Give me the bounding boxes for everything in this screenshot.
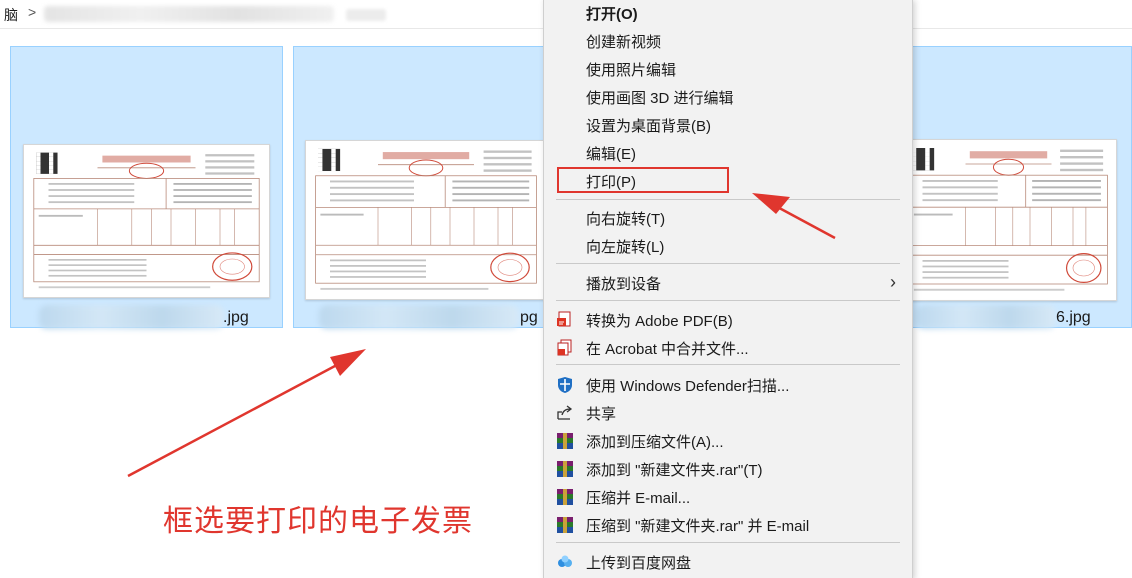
menu-item-label: 编辑(E)	[586, 146, 636, 163]
share-icon	[556, 404, 574, 422]
menu-item-defender-scan[interactable]: 使用 Windows Defender扫描...	[544, 371, 910, 399]
menu-item-convert-adobe-pdf[interactable]: 转换为 Adobe PDF(B)	[544, 306, 910, 334]
menu-item-label: 添加到压缩文件(A)...	[586, 434, 724, 451]
invoice-thumbnail-3	[900, 139, 1117, 301]
menu-item-upload-baidu[interactable]: 上传到百度网盘	[544, 548, 910, 576]
context-menu[interactable]: 打开(O) 创建新视频 使用照片编辑 使用画图 3D 进行编辑 设置为桌面背景(…	[543, 0, 913, 578]
menu-item-cast-to-device[interactable]: 播放到设备 ›	[544, 269, 910, 297]
menu-item-rotate-left[interactable]: 向左旋转(L)	[544, 232, 910, 260]
menu-item-edit[interactable]: 编辑(E)	[544, 139, 910, 167]
menu-item-create-video[interactable]: 创建新视频	[544, 27, 910, 55]
filename-blurred-1	[39, 305, 224, 329]
submenu-chevron-icon: ›	[890, 272, 896, 292]
menu-item-compress-to-rar-email[interactable]: 压缩到 "新建文件夹.rar" 并 E-mail	[544, 511, 910, 539]
filename-blurred-2	[319, 305, 519, 329]
invoice-thumbnail-1	[23, 144, 270, 298]
menu-item-edit-with-photos[interactable]: 使用照片编辑	[544, 55, 910, 83]
filename-blurred-3	[916, 305, 1056, 329]
file-name-3[interactable]: 6.jpg	[1056, 309, 1091, 327]
menu-item-label: 使用 Windows Defender扫描...	[586, 378, 790, 395]
baidu-netdisk-icon	[556, 553, 574, 571]
breadcrumb-chevron-icon[interactable]: >	[28, 4, 36, 20]
menu-item-compress-and-email[interactable]: 压缩并 E-mail...	[544, 483, 910, 511]
menu-separator	[556, 199, 900, 200]
menu-item-label: 打开(O)	[586, 6, 638, 23]
print-highlight-box	[557, 167, 729, 193]
menu-item-label: 上传到百度网盘	[586, 555, 692, 572]
menu-item-rotate-right[interactable]: 向右旋转(T)	[544, 204, 910, 232]
menu-item-add-to-rar[interactable]: 添加到 "新建文件夹.rar"(T)	[544, 455, 910, 483]
annotation-caption: 框选要打印的电子发票	[163, 504, 473, 539]
menu-item-label: 压缩并 E-mail...	[586, 490, 691, 507]
file-name-1[interactable]: .jpg	[223, 309, 249, 327]
windows-defender-shield-icon	[556, 376, 574, 394]
breadcrumb-root[interactable]: 脑	[4, 5, 18, 25]
menu-item-label: 转换为 Adobe PDF(B)	[586, 313, 733, 330]
menu-item-set-desktop-background[interactable]: 设置为桌面背景(B)	[544, 111, 910, 139]
arrow-to-invoices	[127, 349, 366, 478]
menu-item-label: 共享	[586, 406, 617, 423]
adobe-pdf-icon	[556, 311, 574, 329]
menu-separator	[556, 542, 900, 543]
acrobat-combine-icon	[556, 339, 574, 357]
menu-item-edit-paint3d[interactable]: 使用画图 3D 进行编辑	[544, 83, 910, 111]
breadcrumb-blurred-path	[44, 6, 334, 22]
menu-item-add-to-archive[interactable]: 添加到压缩文件(A)...	[544, 427, 910, 455]
menu-item-label: 使用照片编辑	[586, 62, 677, 79]
menu-separator	[556, 300, 900, 301]
menu-item-share[interactable]: 共享	[544, 399, 910, 427]
winrar-icon	[556, 488, 574, 506]
file-tile-1[interactable]: .jpg	[10, 46, 283, 329]
menu-item-label: 向左旋转(L)	[586, 239, 665, 256]
menu-separator	[556, 364, 900, 365]
winrar-icon	[556, 460, 574, 478]
invoice-thumbnail-2	[305, 140, 547, 300]
menu-item-label: 在 Acrobat 中合并文件...	[586, 341, 749, 358]
menu-item-label: 向右旋转(T)	[586, 211, 666, 228]
menu-separator	[556, 263, 900, 264]
winrar-icon	[556, 516, 574, 534]
file-tile-3[interactable]: 6.jpg	[900, 46, 1132, 329]
menu-item-label: 使用画图 3D 进行编辑	[586, 90, 734, 107]
menu-item-acrobat-combine[interactable]: 在 Acrobat 中合并文件...	[544, 334, 910, 362]
menu-item-label: 添加到 "新建文件夹.rar"(T)	[586, 462, 763, 479]
menu-item-label: 播放到设备	[586, 276, 662, 293]
menu-item-label: 创建新视频	[586, 34, 662, 51]
file-name-2[interactable]: pg	[520, 309, 538, 327]
menu-item-label: 压缩到 "新建文件夹.rar" 并 E-mail	[586, 518, 810, 535]
menu-item-label: 设置为桌面背景(B)	[586, 118, 711, 135]
breadcrumb-blurred-segment	[346, 9, 386, 21]
file-tile-2[interactable]: pg	[293, 46, 553, 329]
menu-item-open[interactable]: 打开(O)	[544, 0, 910, 27]
winrar-icon	[556, 432, 574, 450]
